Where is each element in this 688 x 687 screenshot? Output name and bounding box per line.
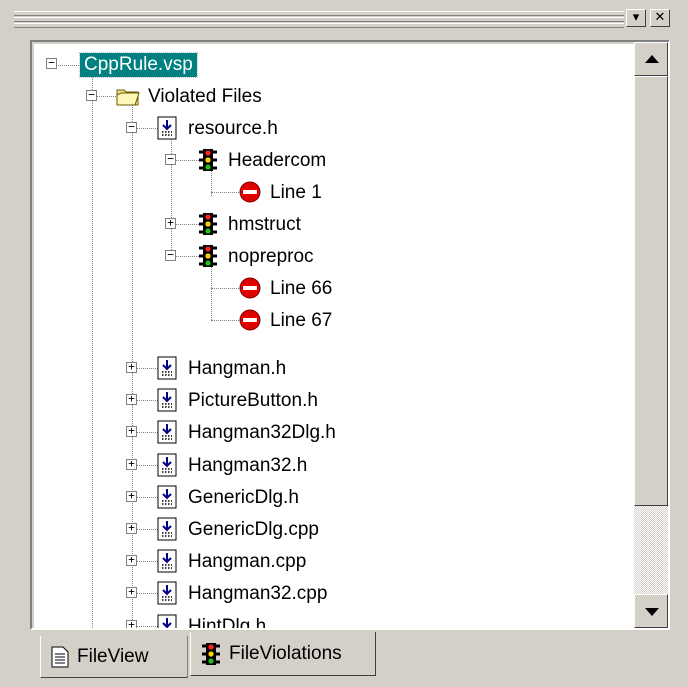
header-file-icon (157, 116, 177, 140)
expand-toggle[interactable]: + (126, 619, 137, 628)
expand-toggle[interactable]: + (126, 393, 137, 405)
expand-toggle[interactable]: + (126, 425, 137, 437)
tree-item-label: PictureButton.h (188, 390, 318, 411)
tab-fileviolations[interactable]: FileViolations (190, 632, 376, 676)
tree-line (211, 192, 241, 193)
tree-view[interactable]: − CppRule.vsp − Violated Files − resourc… (34, 44, 634, 628)
folder-icon (116, 89, 140, 106)
collapse-toggle[interactable]: − (126, 121, 137, 133)
arrow-down-icon (645, 608, 659, 616)
tree-item-file[interactable]: Hangman.cpp (184, 547, 310, 577)
tree-item-file[interactable]: Hangman.h (184, 354, 290, 384)
tree-item-label: hmstruct (228, 214, 301, 235)
tree-item-file[interactable]: Hangman32.h (184, 451, 311, 481)
tree-item-resource-h[interactable]: resource.h (184, 114, 282, 144)
dropdown-button[interactable]: ▾ (626, 9, 646, 27)
tree-line (211, 320, 241, 321)
tree-item-file[interactable]: GenericDlg.h (184, 483, 303, 513)
expand-toggle[interactable]: + (165, 217, 176, 229)
expand-toggle[interactable]: + (126, 490, 137, 502)
tree-item-label: Headercom (228, 150, 327, 171)
tree-line (53, 65, 83, 66)
scroll-down-button[interactable] (634, 594, 668, 628)
tree-item-file[interactable]: PictureButton.h (184, 386, 322, 416)
close-icon: ✕ (654, 10, 666, 25)
expand-toggle[interactable]: + (126, 361, 137, 373)
tree-item-rule[interactable]: Headercom (224, 146, 330, 176)
grip-line (14, 23, 624, 28)
tree-item-label: GenericDlg.cpp (188, 519, 319, 540)
tree-item-label: Line 67 (270, 310, 333, 331)
tree-item-rule[interactable]: nopreproc (224, 242, 318, 272)
traffic-light-icon (199, 149, 217, 171)
scroll-thumb[interactable] (634, 76, 668, 506)
grip-line (14, 11, 624, 16)
expand-toggle[interactable]: + (126, 554, 137, 566)
tree-item-label: Hangman32.cpp (188, 583, 328, 604)
tree-item-label: resource.h (188, 118, 278, 139)
tree-item-violation[interactable]: Line 1 (266, 178, 326, 208)
collapse-toggle[interactable]: − (165, 153, 176, 165)
tree-item-file[interactable]: Hangman32.cpp (184, 579, 331, 609)
header-file-icon (157, 453, 177, 477)
tree-panel: − CppRule.vsp − Violated Files − resourc… (30, 40, 670, 630)
header-file-icon (157, 549, 177, 573)
tree-item-label: nopreproc (228, 246, 314, 267)
stop-icon (239, 309, 261, 331)
stop-icon (239, 277, 261, 299)
tree-line (211, 260, 212, 320)
header-file-icon (157, 485, 177, 509)
tree-item-label: Hangman32.h (188, 455, 308, 476)
tree-item-label: Hangman.h (188, 358, 287, 379)
stop-icon (239, 181, 261, 203)
vertical-scrollbar[interactable] (634, 42, 668, 628)
tree-item-file[interactable]: HintDlg.h (184, 612, 270, 628)
tree-root-item[interactable]: CppRule.vsp (79, 50, 198, 80)
tab-label: FileView (77, 645, 149, 667)
header-file-icon (157, 517, 177, 541)
tree-item-violation[interactable]: Line 66 (266, 274, 336, 304)
tree-item-violation[interactable]: Line 67 (266, 306, 336, 336)
tree-line (92, 74, 93, 628)
collapse-toggle[interactable]: − (46, 57, 57, 69)
arrow-up-icon (645, 55, 659, 63)
tree-item-label: Line 66 (270, 278, 333, 299)
tab-fileview[interactable]: FileView (40, 636, 188, 678)
header-file-icon (157, 420, 177, 444)
tree-item-label: Line 1 (270, 182, 322, 203)
collapse-toggle[interactable]: − (86, 89, 97, 101)
tree-item-label: Hangman.cpp (188, 551, 307, 572)
tree-line (211, 288, 241, 289)
tab-label: FileViolations (229, 642, 342, 664)
collapse-toggle[interactable]: − (165, 249, 176, 261)
tree-item-label: Violated Files (148, 86, 262, 107)
grip-line (14, 17, 624, 22)
header-file-icon (157, 614, 177, 628)
tree-item-file[interactable]: Hangman32Dlg.h (184, 418, 340, 448)
chevron-down-icon: ▾ (632, 10, 640, 25)
tree-item-file[interactable]: GenericDlg.cpp (184, 515, 323, 545)
document-icon (51, 646, 69, 667)
expand-toggle[interactable]: + (126, 522, 137, 534)
tree-item-label: Hangman32Dlg.h (188, 422, 336, 443)
tree-item-rule[interactable]: hmstruct (224, 210, 305, 240)
traffic-light-icon (199, 213, 217, 235)
header-file-icon (157, 356, 177, 380)
scroll-up-button[interactable] (634, 42, 668, 76)
expand-toggle[interactable]: + (126, 458, 137, 470)
close-button[interactable]: ✕ (650, 9, 670, 27)
tree-root-label: CppRule.vsp (79, 52, 198, 78)
traffic-light-icon (202, 642, 220, 665)
tree-item-violated-files[interactable]: Violated Files (144, 82, 266, 112)
header-file-icon (157, 388, 177, 412)
tree-item-label: HintDlg.h (188, 616, 267, 628)
header-file-icon (157, 581, 177, 605)
expand-toggle[interactable]: + (126, 586, 137, 598)
traffic-light-icon (199, 245, 217, 267)
tree-item-label: GenericDlg.h (188, 487, 299, 508)
panel-title-bar[interactable]: ▾ ✕ (0, 0, 688, 36)
